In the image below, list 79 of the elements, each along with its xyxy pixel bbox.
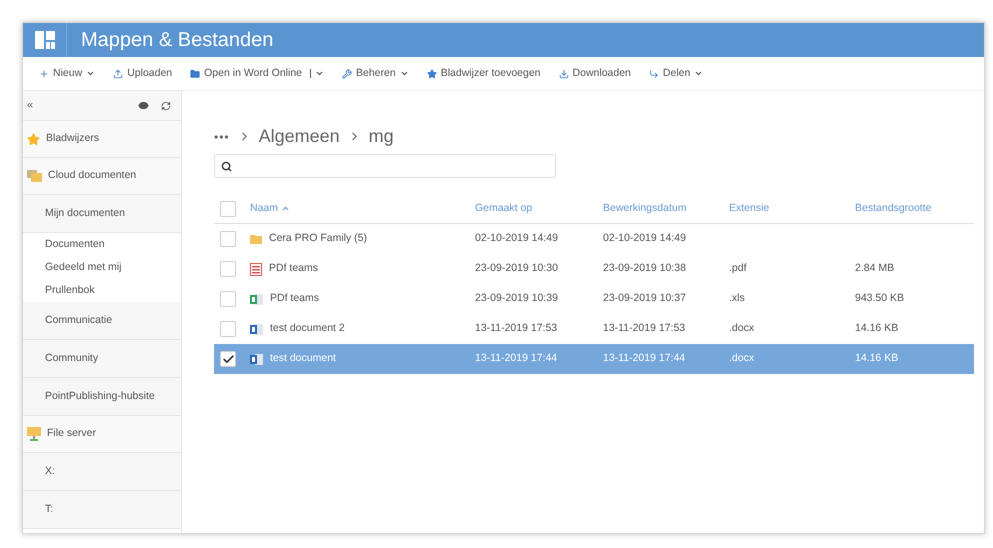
toolbar-button[interactable]: Downloaden: [558, 66, 631, 82]
table-cell: 23-09-2019 10:39: [475, 292, 558, 304]
table-cell: 02-10-2019 14:49: [603, 232, 686, 244]
caret-icon: [86, 69, 96, 78]
sidebar-item[interactable]: X:: [23, 453, 181, 491]
check-icon: [222, 352, 234, 366]
table-cell: 23-09-2019 10:38: [603, 262, 686, 274]
table-cell: 14.16 KB: [855, 352, 898, 364]
download-icon: [558, 68, 569, 78]
table-cell: 13-11-2019 17:44: [603, 352, 686, 364]
breadcrumb-item[interactable]: mg: [368, 123, 394, 150]
wrench-icon: [342, 68, 352, 78]
sidebar-item[interactable]: PointPublishing-hubsite: [23, 378, 181, 416]
toolbar-button[interactable]: Uploaden: [113, 66, 172, 82]
file-row[interactable]: test document 2 13-11-2019 17:53 13-11-2019 17:53 .docx 14.16 KB: [214, 314, 974, 344]
search-icon: [221, 160, 232, 172]
toolbar-button[interactable]: Nieuw: [39, 66, 96, 82]
checkbox[interactable]: [220, 200, 236, 216]
sidebar-section[interactable]: Bladwijzers: [23, 121, 181, 158]
sidebar-item[interactable]: Community: [23, 340, 181, 378]
file-row[interactable]: Cera PRO Family (5) 02-10-2019 14:49 02-10-2019 14:49: [214, 224, 974, 254]
app-title: Mappen & Bestanden: [81, 28, 274, 53]
file-row[interactable]: PDf teams 23-09-2019 10:39 23-09-2019 10:37 .xls 943.50 KB: [214, 284, 974, 314]
document-file-icon: [250, 322, 263, 336]
folder-icon: [190, 68, 200, 78]
file-name[interactable]: test document 2: [270, 321, 345, 337]
checkbox[interactable]: [220, 231, 236, 247]
checkbox[interactable]: [220, 261, 236, 277]
search-field[interactable]: [214, 154, 556, 178]
file-name[interactable]: PDf teams: [269, 261, 318, 277]
upload-icon: [113, 68, 124, 78]
table-cell: .docx: [729, 352, 754, 364]
file-row[interactable]: PDf teams 23-09-2019 10:30 23-09-2019 10:38 .pdf 2.84 MB: [214, 254, 974, 284]
collapse-button[interactable]: «: [27, 97, 34, 114]
sidebar-item[interactable]: Mijn documenten: [23, 195, 181, 233]
refresh-icon[interactable]: [161, 100, 171, 110]
toolbar-button[interactable]: Beheren: [342, 66, 409, 82]
table-cell: .docx: [729, 322, 754, 334]
breadcrumb-item[interactable]: •••: [214, 128, 230, 146]
document-file-icon: [250, 352, 263, 366]
toolbar-button[interactable]: Open in Word Online: [190, 66, 324, 82]
monitor-icon: [27, 427, 41, 441]
file-name[interactable]: Cera PRO Family (5): [269, 231, 368, 247]
sidebar-section[interactable]: Cloud documenten: [23, 158, 181, 195]
table-cell: 13-11-2019 17:53: [475, 322, 558, 334]
table-cell: 14.16 KB: [855, 322, 898, 334]
table-cell: 02-10-2019 14:49: [475, 232, 558, 244]
table-cell: 13-11-2019 17:53: [603, 322, 686, 334]
table-cell: 23-09-2019 10:30: [475, 262, 558, 274]
sidebar-item[interactable]: Communicatie: [23, 302, 181, 340]
star-icon: [426, 68, 437, 78]
sidebar-item[interactable]: T:: [23, 491, 181, 529]
split-divider: [310, 69, 311, 78]
folders-icon: [27, 170, 42, 182]
eye-icon[interactable]: [138, 100, 149, 111]
caret-icon: [694, 69, 704, 78]
toolbar-button[interactable]: Delen: [648, 66, 704, 82]
pdf-file-icon: [250, 262, 262, 276]
table-cell: 943.50 KB: [855, 292, 904, 304]
folder-icon: [250, 234, 262, 244]
file-name[interactable]: PDf teams: [270, 291, 320, 307]
checkbox[interactable]: [220, 351, 236, 367]
plus-icon: [39, 68, 49, 78]
checkbox[interactable]: [220, 291, 236, 307]
caret-icon: [315, 69, 324, 78]
table-cell: 23-09-2019 10:37: [603, 292, 686, 304]
app-grid-icon[interactable]: [34, 31, 54, 49]
caret-icon: [400, 69, 409, 78]
table-cell: .xls: [729, 292, 745, 304]
arrow-icon: [648, 68, 659, 78]
checkbox[interactable]: [220, 321, 236, 337]
toolbar-button[interactable]: Bladwijzer toevoegen: [426, 66, 541, 82]
star-icon: [27, 132, 40, 146]
sidebar-section[interactable]: File server: [23, 416, 181, 453]
spreadsheet-file-icon: [250, 292, 263, 306]
table-cell: 13-11-2019 17:44: [475, 352, 558, 364]
breadcrumb-item[interactable]: Algemeen: [258, 123, 340, 150]
table-cell: .pdf: [729, 262, 747, 274]
table-cell: 2.84 MB: [855, 262, 894, 274]
